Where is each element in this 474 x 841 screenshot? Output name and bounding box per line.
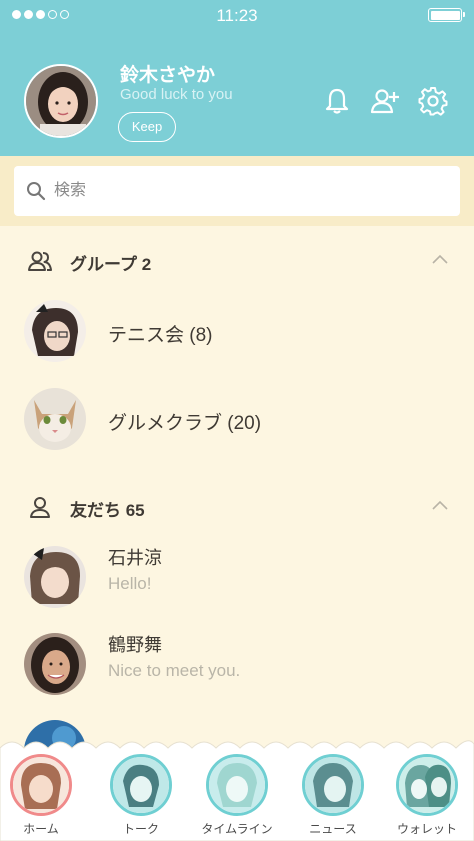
group-icon [28,251,52,271]
tab-label: タイムライン [201,822,273,836]
group-avatar [24,388,86,450]
friend-row[interactable]: 石井涼 Hello! [0,536,474,616]
group-name: テニス会 (8) [108,325,213,346]
wallet-tab-icon [396,754,458,816]
friends-section-header[interactable]: 友だち 65 [0,486,474,526]
keep-button[interactable]: Keep [118,112,176,142]
friends-section-title: 友だち 65 [70,501,145,520]
bottom-tab-bar: ホーム トーク タイムライン ニュース ウォレット [0,740,474,841]
friend-avatar [24,633,86,695]
friend-name: 鶴野舞 [108,635,162,655]
news-tab-icon [302,754,364,816]
chevron-up-icon[interactable] [432,254,448,264]
groups-section-header[interactable]: グループ 2 [0,240,474,280]
tab-timeline[interactable]: タイムライン [201,754,273,841]
friend-row[interactable]: 鶴野舞 Nice to meet you. [0,623,474,703]
search-box[interactable] [14,166,460,216]
tab-talk[interactable]: トーク [106,754,176,841]
tab-label: ホーム [23,822,59,836]
battery-icon [428,8,465,22]
tab-label: ウォレット [396,822,457,836]
friend-status-message: Nice to meet you. [108,661,241,680]
add-friend-icon[interactable] [370,86,400,116]
gear-icon[interactable] [418,86,448,116]
person-icon [30,497,50,518]
search-input[interactable] [54,166,434,216]
friend-avatar [24,546,86,608]
tab-news[interactable]: ニュース [298,754,368,841]
status-time: 11:23 [216,6,258,25]
profile-header: 鈴木さやか Good luck to you Keep [0,30,474,156]
chevron-up-icon[interactable] [432,500,448,510]
group-row[interactable]: グルメクラブ (20) [0,378,474,458]
home-tab-icon [10,754,72,816]
timeline-tab-icon [206,754,268,816]
tab-label: トーク [122,822,159,836]
profile-status-message: Good luck to you [120,86,233,103]
groups-section-title: グループ 2 [70,255,152,274]
friend-status-message: Hello! [108,574,152,593]
friend-name: 石井涼 [108,548,162,568]
profile-avatar[interactable] [24,64,98,138]
tab-wallet[interactable]: ウォレット [392,754,462,841]
group-row[interactable]: テニス会 (8) [0,290,474,370]
group-name: グルメクラブ (20) [108,413,262,434]
search-bar-area [0,156,474,226]
tab-label: ニュース [309,822,357,836]
tab-home[interactable]: ホーム [6,754,76,841]
group-avatar [24,300,86,362]
bell-icon[interactable] [322,86,352,116]
status-bar: 11:23 [0,0,474,30]
profile-name: 鈴木さやか [120,65,216,86]
search-icon [27,182,46,201]
talk-tab-icon [110,754,172,816]
